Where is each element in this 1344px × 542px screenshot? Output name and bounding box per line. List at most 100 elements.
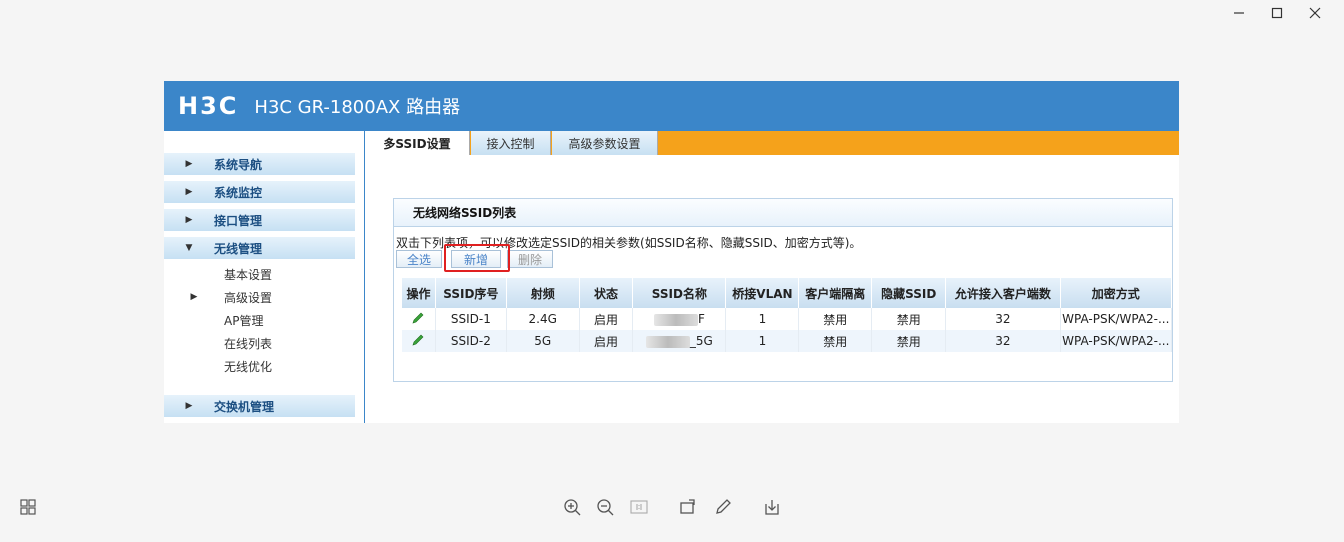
expand-arrow-icon: ▶ — [185, 215, 193, 225]
h3c-logo: H3C — [178, 92, 239, 120]
ssid-name-cell: _5G — [632, 330, 727, 352]
expand-arrow-icon: ▶ — [185, 159, 193, 169]
expand-arrow-icon: ▶ — [185, 187, 193, 197]
column-header: 操作 — [402, 278, 436, 308]
nav-item-label: 交换机管理 — [214, 399, 275, 414]
max-clients-cell: 32 — [945, 308, 1061, 330]
current-arrow-icon: ▶ — [190, 292, 198, 302]
zoom-out-button[interactable] — [595, 497, 615, 517]
sub-item-label: AP管理 — [224, 313, 264, 328]
table-header-row: 操作 SSID序号 射频 状态 SSID名称 桥接VLAN 客户端隔离 隐藏SS… — [402, 278, 1173, 308]
sub-item-label: 无线优化 — [224, 359, 273, 374]
column-header: 客户端隔离 — [798, 278, 873, 308]
isolation-cell: 禁用 — [798, 330, 873, 352]
panel-title: 无线网络SSID列表 — [394, 199, 1172, 227]
maximize-icon — [1271, 7, 1283, 19]
status-cell: 启用 — [579, 308, 634, 330]
vlan-cell: 1 — [725, 330, 800, 352]
collapse-arrow-icon: ▼ — [185, 243, 193, 253]
sub-item-label: 在线列表 — [224, 336, 273, 351]
sub-item-wireless-optimization[interactable]: 无线优化 — [164, 356, 355, 376]
minimize-icon — [1234, 12, 1244, 14]
encryption-cell: WPA-PSK/WPA2-... — [1060, 330, 1173, 352]
column-header: 加密方式 — [1060, 278, 1173, 308]
ssid-name-cell: F — [632, 308, 727, 330]
nav-item-wireless-management[interactable]: ▼ 无线管理 — [164, 237, 355, 259]
nav-item-label: 系统导航 — [214, 157, 263, 172]
band-cell: 5G — [506, 330, 580, 352]
ssid-index-cell: SSID-1 — [435, 308, 507, 330]
table-row[interactable]: SSID-2 5G 启用 _5G 1 禁用 禁用 32 WPA-PSK/WPA2… — [402, 330, 1173, 352]
column-header: 隐藏SSID — [871, 278, 947, 308]
header-banner: H3C H3C GR-1800AX 路由器 — [164, 81, 1179, 131]
actual-size-button[interactable] — [629, 497, 649, 517]
column-header: SSID名称 — [632, 278, 727, 308]
edit-icon — [716, 499, 731, 514]
hidden-ssid-cell: 禁用 — [871, 308, 947, 330]
tab-multi-ssid[interactable]: 多SSID设置 — [365, 131, 470, 155]
band-cell: 2.4G — [506, 308, 580, 330]
encryption-cell: WPA-PSK/WPA2-... — [1060, 308, 1173, 330]
zoom-out-icon — [597, 499, 614, 516]
nav-item-switch-management[interactable]: ▶ 交换机管理 — [164, 395, 355, 417]
rotate-button[interactable] — [678, 497, 698, 517]
blurred-ssid-name — [645, 335, 690, 348]
close-icon — [1309, 7, 1321, 19]
nav-item-label: 无线管理 — [214, 241, 263, 256]
tab-access-control[interactable]: 接入控制 — [471, 131, 551, 155]
vlan-cell: 1 — [725, 308, 800, 330]
expand-arrow-icon: ▶ — [185, 401, 193, 411]
edit-button[interactable] — [713, 497, 733, 517]
nav-item-interface-management[interactable]: ▶ 接口管理 — [164, 209, 355, 231]
column-header: 射频 — [506, 278, 580, 308]
max-clients-cell: 32 — [945, 330, 1061, 352]
rotate-icon — [680, 499, 695, 514]
edit-cell[interactable] — [402, 308, 436, 330]
ssid-name-suffix: _5G — [689, 334, 713, 348]
window-controls — [1220, 4, 1334, 22]
column-header: 状态 — [579, 278, 634, 308]
nav-item-system-navigation[interactable]: ▶ 系统导航 — [164, 153, 355, 175]
isolation-cell: 禁用 — [798, 308, 873, 330]
delete-button[interactable]: 删除 — [507, 250, 553, 268]
tab-advanced-params[interactable]: 高级参数设置 — [552, 131, 658, 155]
pencil-icon — [412, 334, 424, 345]
zoom-in-button[interactable] — [562, 497, 582, 517]
close-button[interactable] — [1296, 4, 1334, 22]
save-icon — [765, 500, 779, 515]
select-all-button[interactable]: 全选 — [396, 250, 442, 268]
grid-icon — [20, 499, 36, 515]
sub-item-online-list[interactable]: 在线列表 — [164, 333, 355, 353]
blurred-ssid-name — [653, 313, 698, 326]
table-row[interactable]: SSID-1 2.4G 启用 F 1 禁用 禁用 32 WPA-PSK/WPA2… — [402, 308, 1173, 330]
sub-item-basic-settings[interactable]: 基本设置 — [164, 264, 355, 284]
nav-item-label: 接口管理 — [214, 213, 263, 228]
sub-item-ap-management[interactable]: AP管理 — [164, 310, 355, 330]
pencil-icon — [412, 312, 424, 323]
column-header: 桥接VLAN — [725, 278, 800, 308]
actual-size-icon — [630, 500, 648, 514]
product-title: H3C GR-1800AX 路由器 — [254, 97, 461, 118]
grid-view-button[interactable] — [18, 497, 38, 517]
ssid-list-panel: 无线网络SSID列表 双击下列表项，可以修改选定SSID的相关参数(如SSID名… — [393, 198, 1173, 382]
nav-item-system-monitor[interactable]: ▶ 系统监控 — [164, 181, 355, 203]
maximize-button[interactable] — [1258, 4, 1296, 22]
minimize-button[interactable] — [1220, 4, 1258, 22]
sub-item-label: 高级设置 — [224, 290, 273, 305]
add-button-highlight — [444, 244, 510, 272]
ssid-name-suffix: F — [697, 312, 705, 326]
column-header: SSID序号 — [435, 278, 507, 308]
nav-item-label: 系统监控 — [214, 185, 263, 200]
zoom-in-icon — [564, 499, 581, 516]
tab-bar: 多SSID设置 接入控制 高级参数设置 — [365, 131, 1179, 155]
router-screenshot: H3C H3C GR-1800AX 路由器 ▶ 系统导航 ▶ 系统监控 ▶ 接口… — [164, 81, 1179, 423]
save-button[interactable] — [762, 497, 782, 517]
left-navigation: ▶ 系统导航 ▶ 系统监控 ▶ 接口管理 ▼ 无线管理 基本设置 ▶ 高级设置 … — [164, 131, 365, 423]
ssid-table: 操作 SSID序号 射频 状态 SSID名称 桥接VLAN 客户端隔离 隐藏SS… — [402, 278, 1173, 352]
hidden-ssid-cell: 禁用 — [871, 330, 947, 352]
edit-cell[interactable] — [402, 330, 436, 352]
status-cell: 启用 — [579, 330, 634, 352]
column-header: 允许接入客户端数 — [945, 278, 1061, 308]
sub-item-advanced-settings[interactable]: ▶ 高级设置 — [164, 287, 355, 307]
sub-item-label: 基本设置 — [224, 267, 273, 282]
